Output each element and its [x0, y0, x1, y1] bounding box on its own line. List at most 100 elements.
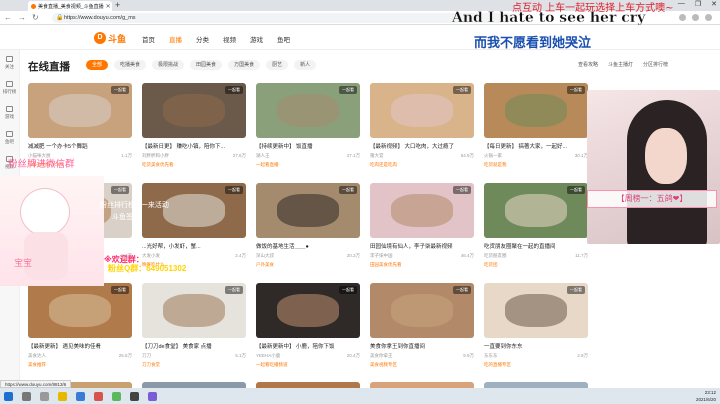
minimize-button[interactable]: —	[678, 0, 685, 8]
extension-icon[interactable]	[679, 14, 686, 21]
task-view-icon[interactable]	[40, 391, 49, 401]
sidebar-item-ranking[interactable]: 排行榜	[0, 75, 19, 100]
stream-tag[interactable]: 吃货就是我	[484, 162, 588, 168]
filter-chip[interactable]: 吃播美食	[114, 60, 147, 70]
back-button[interactable]: ←	[4, 13, 12, 22]
filter-chip[interactable]: 万国美食	[228, 60, 261, 70]
filter-chip[interactable]: 极限挑战	[152, 60, 185, 70]
stream-thumbnail[interactable]: 一起看	[142, 83, 246, 138]
stream-title[interactable]: 【最新更新】 遇见美味的佳肴	[28, 342, 132, 350]
stream-title[interactable]: 【最新更新中】 小鹿，陪你下饭	[256, 342, 360, 350]
streamer-name[interactable]: 吃货朋友圈	[484, 253, 507, 259]
stream-card[interactable]: 一起看 【每日更新】 搞著大家，一起好... 火锅一家 30.1万 吃货就是我	[484, 83, 588, 173]
search-icon[interactable]	[22, 391, 31, 401]
filter-chip[interactable]: 田园美食	[190, 60, 223, 70]
extension-icon[interactable]	[692, 14, 699, 21]
stream-title[interactable]: 【每日更新】 搞著大家，一起好...	[484, 142, 588, 150]
stream-title[interactable]: 吃货朋友圈聚在一起的直播间	[484, 242, 588, 250]
nav-item-category[interactable]: 分类	[196, 34, 209, 44]
stream-thumbnail[interactable]: 一起看	[28, 283, 132, 338]
stream-thumbnail[interactable]: 一起看	[370, 283, 474, 338]
stream-title[interactable]: 田园仙境有仙人，李子柒最新视频	[370, 242, 474, 250]
stream-tag[interactable]: 田园美食优先看	[370, 262, 474, 268]
new-tab-button[interactable]: +	[115, 0, 120, 10]
app-icon[interactable]	[148, 391, 157, 401]
stream-title[interactable]: 减减肥 一个办卡5个舞蹈	[28, 142, 132, 150]
streamer-name[interactable]: 深山大叔	[256, 253, 274, 259]
stream-card[interactable]: 一起看 【刀刀de食堂】 美食家 点播 刀刀 5.1万 刀刀食堂	[142, 283, 246, 373]
stream-card[interactable]: 一起看 ...光好帮，小发虾，蟹... 大发小发 2.4万 晚餐吃什么	[142, 183, 246, 273]
stream-title[interactable]: 美食你拿王到你直播间	[370, 342, 474, 350]
stream-card[interactable]: 一起看 【最新日更】 赚吃小镇，陪你下... 刘胖胖和小胖 27.6万 吃货美食优先看	[142, 83, 246, 173]
file-explorer-icon[interactable]	[58, 391, 67, 401]
stream-thumbnail[interactable]: 一起看	[484, 83, 588, 138]
streamer-name[interactable]: 刘胖胖和小胖	[142, 153, 169, 159]
streamer-name[interactable]: 美食你拿王	[370, 353, 393, 359]
maximize-button[interactable]: ❐	[695, 0, 701, 8]
filter-chip[interactable]: 厨艺	[266, 60, 289, 70]
stream-card[interactable]: 一起看 【最新更新中】 小鹿，陪你下饭 YEEHA小鹿 20.4万 一起看吃播频道	[256, 283, 360, 373]
app-icon[interactable]	[130, 391, 139, 401]
stream-tag[interactable]: 美食推荐	[28, 362, 132, 368]
stream-thumbnail[interactable]: 一起看	[256, 183, 360, 238]
nav-item-home[interactable]: 首页	[142, 34, 155, 44]
app-icon[interactable]	[112, 391, 121, 401]
url-input[interactable]: 🔒 https://www.douyu.com/g_ms	[52, 13, 512, 23]
streamer-name[interactable]: 美食达人	[28, 353, 46, 359]
filter-chip[interactable]: 全部	[86, 60, 109, 70]
stream-card[interactable]: 一起看 【持续更新中】 饭直播 湖人王 27.1万 一起看直播	[256, 83, 360, 173]
filter-chip[interactable]: 新人	[294, 60, 317, 70]
sidebar-item-games[interactable]: 游戏	[0, 100, 19, 125]
sidebar-item-follow[interactable]: 关注	[0, 50, 19, 75]
stream-card[interactable]: 一起看 【最新视频】 大口吃肉，大过瘾了 猪大官 64.9万 吃肉还是吃肉	[370, 83, 474, 173]
sidebar-item-fishbar[interactable]: 鱼吧	[0, 125, 19, 150]
stream-tag[interactable]: 一起看吃播频道	[256, 362, 360, 368]
app-icon[interactable]	[94, 391, 103, 401]
streamer-name[interactable]: 李子柒中国	[370, 253, 393, 259]
start-icon[interactable]	[4, 391, 13, 401]
stream-thumbnail[interactable]: 一起看	[484, 283, 588, 338]
stream-card[interactable]: 一起看 田园仙境有仙人，李子柒最新视频 李子柒中国 46.4万 田园美食优先看	[370, 183, 474, 273]
stream-thumbnail[interactable]: 一起看	[28, 83, 132, 138]
stream-title[interactable]: ...光好帮，小发虾，蟹...	[142, 242, 246, 250]
stream-tag[interactable]: 吃货美食优先看	[142, 162, 246, 168]
stream-tag[interactable]: 吃肉还是吃肉	[370, 162, 474, 168]
profile-avatar-icon[interactable]	[705, 14, 712, 21]
stream-title[interactable]: 【持续更新中】 饭直播	[256, 142, 360, 150]
stream-card[interactable]: 一起看 一直要到你东东 东东东 2.9万 吃的直播专区	[484, 283, 588, 373]
stream-thumbnail[interactable]: 一起看	[256, 283, 360, 338]
ranking-link[interactable]: 分区排行榜	[643, 61, 668, 68]
streamer-name[interactable]: 湖人王	[256, 153, 270, 159]
nav-item-live[interactable]: 直播	[169, 34, 182, 44]
host-lamp-link[interactable]: 斗鱼主播灯	[608, 61, 633, 68]
stream-card[interactable]: 一起看 【最新更新】 遇见美味的佳肴 美食达人 25.6万 美食推荐	[28, 283, 132, 373]
chrome-icon[interactable]	[76, 391, 85, 401]
stream-tag[interactable]: 吃货团	[484, 262, 588, 268]
stream-tag[interactable]: 刀刀食堂	[142, 362, 246, 368]
close-window-button[interactable]: ✕	[711, 0, 717, 8]
streamer-name[interactable]: 大发小发	[142, 253, 160, 259]
streamer-name[interactable]: 猪大官	[370, 153, 384, 159]
stream-title[interactable]: 【最新日更】 赚吃小镇，陪你下...	[142, 142, 246, 150]
system-tray-clock[interactable]: 23:12 2021/6/20	[696, 388, 716, 404]
stream-thumbnail[interactable]: 一起看	[256, 83, 360, 138]
streamer-name[interactable]: 刀刀	[142, 353, 151, 359]
forward-button[interactable]: →	[18, 13, 26, 22]
stream-thumbnail[interactable]: 一起看	[370, 83, 474, 138]
close-tab-icon[interactable]: ✕	[106, 3, 111, 10]
stream-card[interactable]: 一起看 做饭的基地生活＿＿● 深山大叔 20.2万 户外美食	[256, 183, 360, 273]
stream-thumbnail[interactable]: 一起看	[484, 183, 588, 238]
streamer-name[interactable]: 火锅一家	[484, 153, 502, 159]
stream-tag[interactable]: 户外美食	[256, 262, 360, 268]
guide-link[interactable]: 查看攻略	[578, 61, 598, 68]
reload-button[interactable]: ↻	[32, 13, 39, 22]
stream-title[interactable]: 【最新视频】 大口吃肉，大过瘾了	[370, 142, 474, 150]
nav-item-games[interactable]: 游戏	[250, 34, 263, 44]
streamer-name[interactable]: 东东东	[484, 353, 498, 359]
browser-tab[interactable]: 美食直播_美食视频_斗鱼直播 ✕	[28, 1, 112, 11]
stream-card[interactable]: 一起看 吃货朋友圈聚在一起的直播间 吃货朋友圈 11.7万 吃货团	[484, 183, 588, 273]
nav-item-video[interactable]: 视频	[223, 34, 236, 44]
stream-tag[interactable]: 吃的直播专区	[484, 362, 588, 368]
streamer-name[interactable]: YEEHA小鹿	[256, 353, 280, 359]
stream-card[interactable]: 一起看 美食你拿王到你直播间 美食你拿王 9.9万 美食视频专区	[370, 283, 474, 373]
